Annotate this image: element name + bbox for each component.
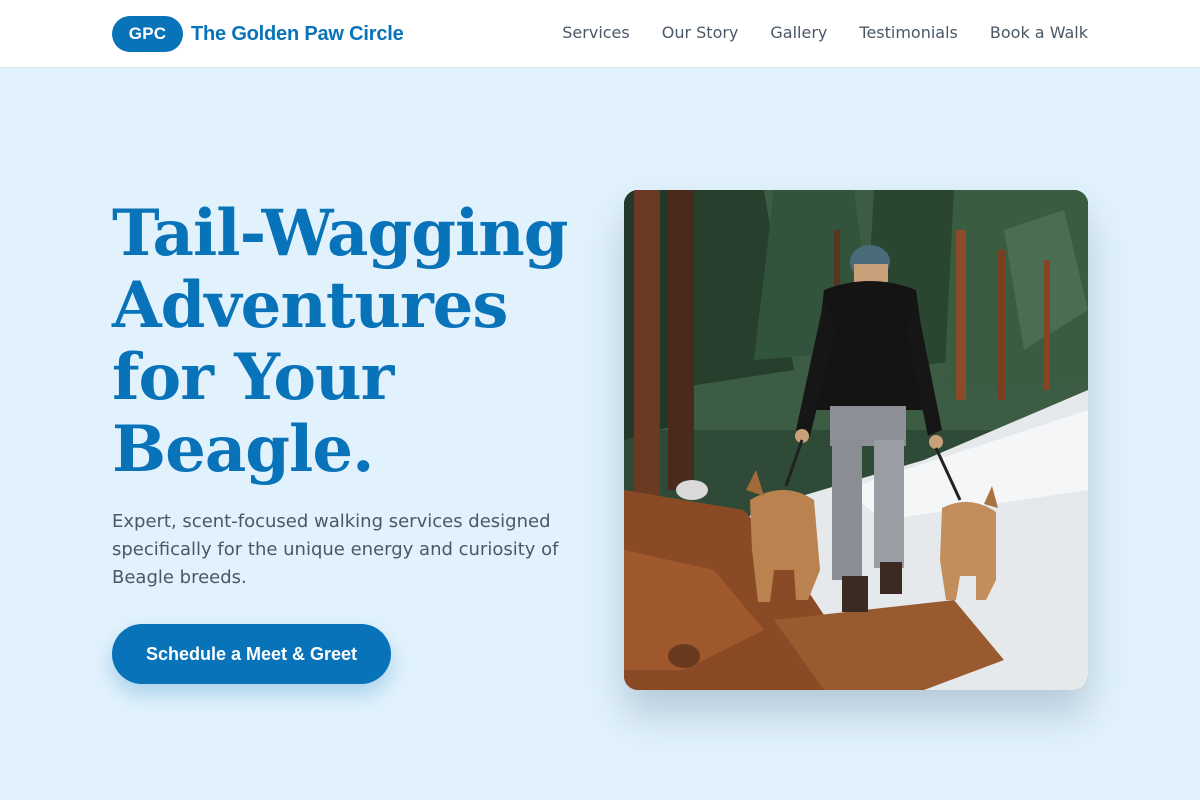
hero-title-line: Tail-Wagging	[112, 196, 569, 271]
nav-gallery-link[interactable]: Gallery	[770, 22, 827, 44]
brand-name: The Golden Paw Circle	[191, 22, 404, 45]
hero-photo	[624, 190, 1088, 690]
nav-testimonials-link[interactable]: Testimonials	[859, 22, 958, 44]
hero-title-line: Beagle.	[112, 412, 374, 487]
nav-services-link[interactable]: Services	[562, 22, 629, 44]
hero-title: Tail-Wagging Adventures for Your Beagle.	[112, 198, 592, 486]
main-nav: Services Our Story Gallery Testimonials …	[530, 22, 1088, 44]
hero-title-line: Adventures	[112, 268, 508, 343]
nav-book-a-walk-link[interactable]: Book a Walk	[990, 22, 1088, 44]
schedule-meet-greet-button[interactable]: Schedule a Meet & Greet	[112, 624, 391, 684]
brand-home-link[interactable]: GPC The Golden Paw Circle	[112, 16, 404, 52]
hero-title-line: for Your	[112, 340, 394, 415]
hero-subtitle: Expert, scent-focused walking services d…	[112, 511, 559, 588]
site-header: GPC The Golden Paw Circle Services Our S…	[0, 0, 1200, 68]
logo-badge: GPC	[112, 16, 183, 52]
nav-our-story-link[interactable]: Our Story	[662, 22, 739, 44]
person-walking-dogs-photo-icon	[624, 190, 1088, 690]
